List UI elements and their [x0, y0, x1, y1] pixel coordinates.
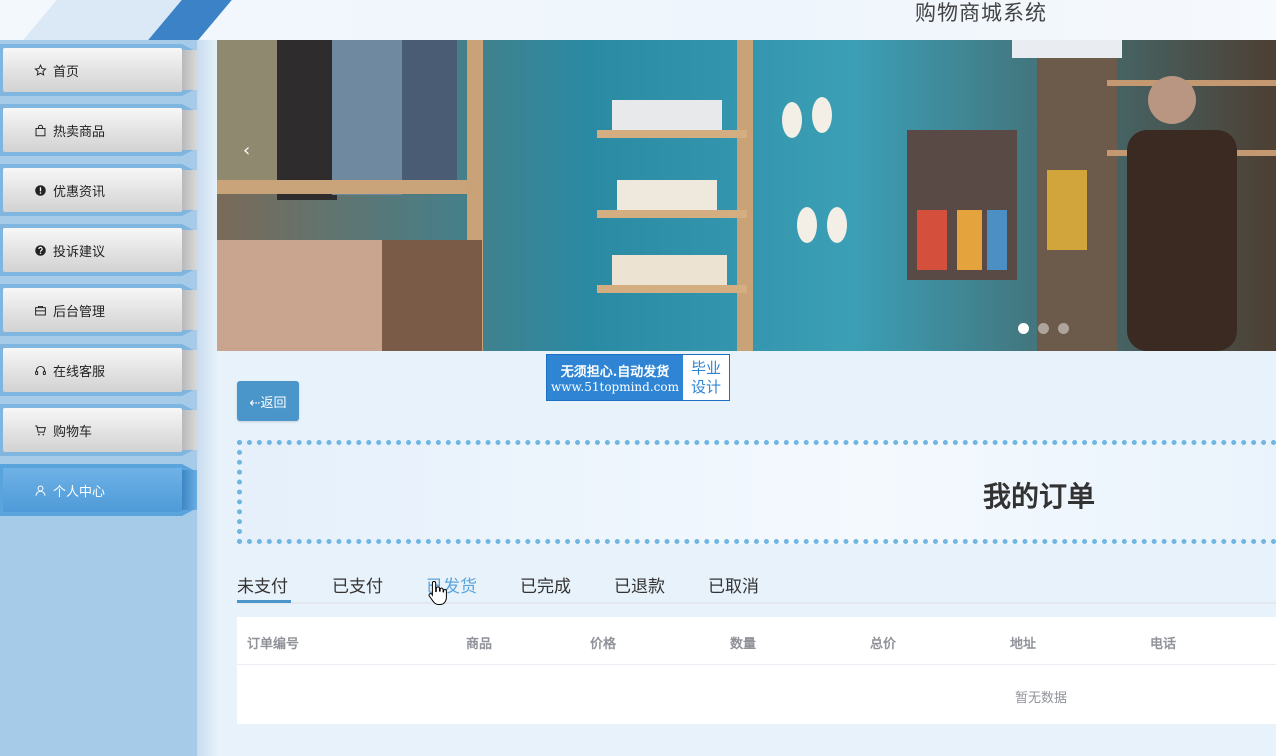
sidebar-item-label: 首页: [53, 64, 80, 80]
sidebar-item-complaints[interactable]: 投诉建议: [0, 224, 197, 276]
tab-refunded[interactable]: 已退款: [614, 572, 665, 604]
sidebar-item-label: 个人中心: [53, 484, 106, 500]
orders-table: 订单编号 商品 价格 数量 总价 地址 电话 暂无数据: [237, 617, 1276, 724]
table-header: 订单编号 商品 价格 数量 总价 地址 电话: [237, 617, 1276, 665]
column-header-quantity[interactable]: 数量: [730, 633, 756, 652]
column-header-total[interactable]: 总价: [870, 633, 896, 652]
carousel-banner[interactable]: [217, 40, 1276, 351]
sidebar-item-label: 在线客服: [53, 364, 106, 380]
carousel-prev-arrow[interactable]: ‹: [243, 140, 250, 161]
page-title-box: [237, 440, 1276, 544]
carousel-dot-1[interactable]: [1018, 323, 1029, 334]
column-header-order-id[interactable]: 订单编号: [247, 633, 299, 652]
site-title: 购物商城系统: [915, 1, 1047, 25]
column-header-product[interactable]: 商品: [466, 633, 492, 652]
alert-circle-icon: [33, 183, 47, 197]
star-icon: [33, 63, 47, 77]
sidebar-item-label: 购物车: [53, 424, 93, 440]
sidebar-item-label: 优惠资讯: [53, 184, 106, 200]
bag-icon: [33, 123, 47, 137]
carousel-dot-3[interactable]: [1058, 323, 1069, 334]
empty-state-text: 暂无数据: [1015, 691, 1068, 706]
sidebar-item-hot-products[interactable]: 热卖商品: [0, 104, 197, 156]
tab-cancelled[interactable]: 已取消: [708, 572, 759, 604]
briefcase-icon: [33, 303, 47, 317]
tab-completed[interactable]: 已完成: [520, 572, 571, 604]
headset-icon: [33, 363, 47, 377]
cart-icon: [33, 423, 47, 437]
watermark-line1: 无须担心.自动发货: [560, 365, 670, 380]
sidebar-item-label: 投诉建议: [53, 244, 106, 260]
sidebar-item-customer-service[interactable]: 在线客服: [0, 344, 197, 396]
order-status-tabs: 未支付 已支付 已发货 已完成 已退款 已取消: [237, 566, 1276, 604]
sidebar-item-cart[interactable]: 购物车: [0, 404, 197, 456]
watermark-right-line1: 毕业: [690, 358, 721, 377]
sidebar-item-label: 热卖商品: [53, 124, 106, 140]
sidebar-item-promotions[interactable]: 优惠资讯: [0, 164, 197, 216]
sidebar-edge: [197, 40, 217, 756]
question-circle-icon: [33, 243, 47, 257]
active-tab-indicator: [237, 600, 291, 603]
back-button[interactable]: ⇠返回: [237, 381, 299, 421]
watermark-url: www.51topmind.com: [551, 380, 679, 394]
sidebar-item-home[interactable]: 首页: [0, 44, 197, 96]
sidebar-item-admin[interactable]: 后台管理: [0, 284, 197, 336]
column-header-address[interactable]: 地址: [1010, 633, 1036, 652]
sidebar-item-label: 后台管理: [53, 304, 106, 320]
carousel-dot-2[interactable]: [1038, 323, 1049, 334]
watermark-right-line2: 设计: [690, 377, 721, 396]
page-title: 我的订单: [983, 480, 1096, 513]
column-header-price[interactable]: 价格: [590, 633, 616, 652]
watermark-badge: 无须担心.自动发货 www.51topmind.com 毕业 设计: [546, 354, 730, 401]
shop-interior-image: [217, 40, 1276, 351]
user-icon: [33, 483, 47, 497]
column-header-phone[interactable]: 电话: [1150, 633, 1176, 652]
tab-paid[interactable]: 已支付: [332, 572, 383, 604]
sidebar-item-personal-center[interactable]: 个人中心: [0, 464, 197, 516]
header: 购物商城系统: [0, 0, 1276, 40]
hand-cursor-icon: [428, 580, 447, 605]
